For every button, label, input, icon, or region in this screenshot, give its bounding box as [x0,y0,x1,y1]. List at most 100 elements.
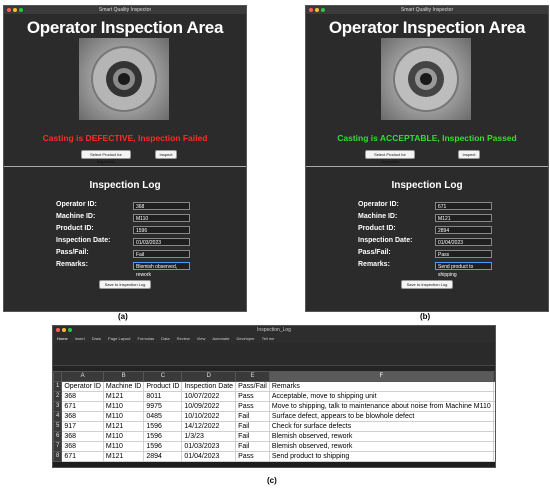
row-header[interactable]: 4 [53,411,63,422]
cell[interactable]: 1/3/23 [181,431,237,442]
inspection-date-field[interactable]: 01/04/2023 [435,238,492,246]
column-header[interactable]: E [235,371,270,382]
cell[interactable] [492,451,495,462]
cell[interactable]: 2894 [143,451,183,462]
cell[interactable]: Pass [235,451,270,462]
cell[interactable]: 14/12/2022 [181,421,237,432]
cell[interactable]: Product ID [143,381,183,392]
machine-id-field[interactable]: M121 [435,214,492,222]
cell[interactable]: Fail [235,441,270,452]
cell[interactable]: 368 [61,411,104,422]
operator-id-field[interactable]: 671 [435,202,492,210]
cell[interactable] [492,421,495,432]
cell[interactable] [492,411,495,422]
cell[interactable]: M110 [102,411,145,422]
cell[interactable]: 8011 [143,391,183,402]
cell[interactable]: Pass [235,391,270,402]
tab-home[interactable]: Home [57,335,68,343]
product-id-field[interactable]: 2894 [435,226,492,234]
tab-automate[interactable]: Automate [212,335,229,343]
column-header[interactable]: C [143,371,183,382]
inspect-button[interactable]: Inspect [155,150,177,159]
cell[interactable]: M110 [102,431,145,442]
cell[interactable]: Acceptable, move to shipping unit [268,391,494,402]
column-header[interactable]: B [102,371,145,382]
cell[interactable]: M110 [102,401,145,412]
cell[interactable]: 1596 [143,441,183,452]
cell[interactable]: Inspection Date [181,381,237,392]
cell[interactable]: 1596 [143,421,183,432]
cell[interactable]: Fail [235,411,270,422]
maximize-window-icon[interactable] [68,328,72,332]
row-header[interactable]: 2 [53,391,63,402]
cell[interactable]: 9975 [143,401,183,412]
cell[interactable]: Pass [235,401,270,412]
cell[interactable]: Blemish observed, rework [268,441,494,452]
cell[interactable] [492,431,495,442]
inspection-date-field[interactable]: 01/03/2023 [133,238,190,246]
column-header[interactable]: A [61,371,104,382]
remarks-field[interactable]: Blemish observed, rework [133,262,190,278]
row-header[interactable]: 7 [53,441,63,452]
cell[interactable]: M110 [102,441,145,452]
minimize-window-icon[interactable] [62,328,66,332]
cell[interactable]: Move to shipping, talk to maintenance ab… [268,401,494,412]
row-header[interactable]: 8 [53,451,63,462]
pass-fail-field[interactable]: Pass [435,250,492,258]
cell[interactable]: Blemish observed, rework [268,431,494,442]
tab-formulas[interactable]: Formulas [138,335,155,343]
cell[interactable] [492,441,495,452]
cell[interactable]: 0485 [143,411,183,422]
cell[interactable]: Surface defect, appears to be blowhole d… [268,411,494,422]
cell[interactable]: 368 [61,431,104,442]
tab-draw[interactable]: Draw [92,335,101,343]
column-header[interactable]: F [268,371,494,382]
cell[interactable]: M121 [102,451,145,462]
save-to-log-button[interactable]: Save to Inspection Log [99,280,151,289]
close-window-icon[interactable] [56,328,60,332]
cell[interactable]: 1596 [143,431,183,442]
cell[interactable]: 368 [61,391,104,402]
cell[interactable]: 917 [61,421,104,432]
cell[interactable]: Machine ID [102,381,145,392]
cell[interactable] [492,381,495,392]
row-header[interactable]: 3 [53,401,63,412]
cell[interactable]: Remarks [268,381,494,392]
product-id-field[interactable]: 1596 [133,226,190,234]
tab-insert[interactable]: Insert [75,335,85,343]
cell[interactable]: 01/03/2023 [181,441,237,452]
tab-tell-me[interactable]: Tell me [262,335,275,343]
cell[interactable]: 10/10/2022 [181,411,237,422]
cell[interactable]: Check for surface defects [268,421,494,432]
tab-developer[interactable]: Developer [236,335,254,343]
tab-view[interactable]: View [197,335,206,343]
save-to-log-button[interactable]: Save to Inspection Log [401,280,453,289]
cell[interactable]: Fail [235,431,270,442]
tab-data[interactable]: Data [161,335,169,343]
cell[interactable]: Pass/Fail [235,381,270,392]
machine-id-field[interactable]: M110 [133,214,190,222]
inspect-button[interactable]: Inspect [458,150,480,159]
cell[interactable]: 368 [61,441,104,452]
row-header[interactable]: 1 [53,381,63,392]
tab-page-layout[interactable]: Page Layout [108,335,130,343]
operator-id-field[interactable]: 368 [133,202,190,210]
tab-review[interactable]: Review [177,335,190,343]
cell[interactable]: 671 [61,451,104,462]
cell[interactable]: 10/09/2022 [181,401,237,412]
remarks-field[interactable]: Send product to shipping [435,262,492,278]
cell[interactable]: 671 [61,401,104,412]
cell[interactable] [492,401,495,412]
cell[interactable]: Send product to shipping [268,451,494,462]
pass-fail-field[interactable]: Fail [133,250,190,258]
row-header[interactable]: 5 [53,421,63,432]
cell[interactable]: M121 [102,391,145,402]
select-product-button[interactable]: Select Product for Inspection [365,150,415,164]
cell[interactable]: M121 [102,421,145,432]
cell[interactable]: 10/07/2022 [181,391,237,402]
cell[interactable]: Fail [235,421,270,432]
cell[interactable]: Operator ID [61,381,104,392]
ribbon-toolbar[interactable] [53,343,495,366]
cell[interactable] [492,391,495,402]
row-header[interactable]: 6 [53,431,63,442]
